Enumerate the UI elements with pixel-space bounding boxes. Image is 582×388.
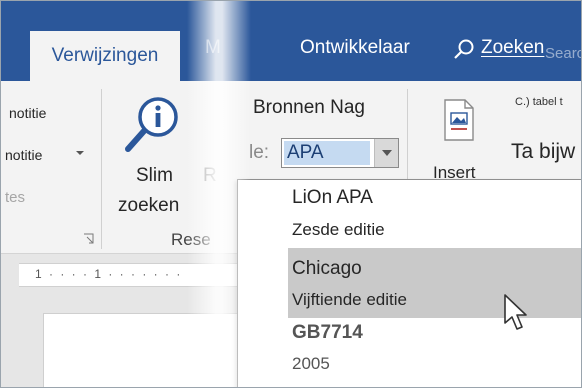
style-option-chicago[interactable]: Chicago Vijftiende editie <box>288 248 581 318</box>
update-table-fragment[interactable]: Ta bijw <box>511 140 575 164</box>
bibliography-style-list: LiOn APA Zesde editie Chicago Vijftiende… <box>237 179 581 387</box>
tell-me-search[interactable]: Zoeken <box>481 37 544 59</box>
caret-down-icon[interactable] <box>75 149 85 157</box>
style-option-lion-apa[interactable]: LiOn APA Zesde editie <box>288 180 581 248</box>
research-group-label: Rese <box>171 230 211 249</box>
mouse-pointer-icon <box>504 294 527 330</box>
style-option-gb7714[interactable]: GB7714 2005 <box>288 318 581 387</box>
style-option-edition: Vijftiende editie <box>292 290 407 309</box>
insert-caption-icon[interactable] <box>443 99 475 141</box>
style-label: le: <box>249 142 270 163</box>
table-of-figures-fragment[interactable]: C.) tabel t <box>515 96 563 108</box>
style-dropdown-button[interactable] <box>374 139 398 167</box>
ribbon-tab-bar: Verwijzingen M Ontwikkelaar Zoeken Searc <box>1 1 581 81</box>
smart-lookup-label-2[interactable]: zoeken <box>118 195 179 217</box>
group-separator <box>101 89 102 249</box>
style-option-edition: 2005 <box>292 354 330 373</box>
magnifier-info-icon[interactable] <box>122 93 184 155</box>
search-icon[interactable] <box>453 38 475 60</box>
group-separator <box>407 89 408 179</box>
style-selected-value: APA <box>284 141 370 165</box>
tab-partial[interactable]: M <box>205 37 221 59</box>
footnotes-group-label: tes <box>5 189 26 206</box>
insert-endnote-button[interactable]: notitie <box>5 147 42 163</box>
caret-down-icon <box>382 150 392 156</box>
manage-sources-button[interactable]: Bronnen Nag <box>253 97 365 119</box>
smart-lookup-label[interactable]: Slim <box>136 165 173 187</box>
insert-caption-label[interactable]: Insert <box>433 163 476 179</box>
search-ghost-text: Searc <box>545 45 582 62</box>
style-option-name: GB7714 <box>292 322 363 343</box>
bibliography-style-select[interactable]: APA <box>281 138 399 168</box>
style-option-name: LiOn APA <box>292 187 373 208</box>
researcher-fragment[interactable]: R <box>203 165 217 187</box>
word-window: Verwijzingen M Ontwikkelaar Zoeken Searc… <box>0 0 582 388</box>
insert-footnote-button[interactable]: notitie <box>9 105 46 121</box>
style-option-edition: Zesde editie <box>292 220 385 239</box>
dialog-launcher-icon[interactable] <box>83 233 95 245</box>
tab-references[interactable]: Verwijzingen <box>30 31 180 81</box>
ruler-marks: 1 · · · · 1 · · · · · · · <box>35 267 183 281</box>
style-option-name: Chicago <box>292 258 362 279</box>
tab-developer[interactable]: Ontwikkelaar <box>300 37 410 59</box>
